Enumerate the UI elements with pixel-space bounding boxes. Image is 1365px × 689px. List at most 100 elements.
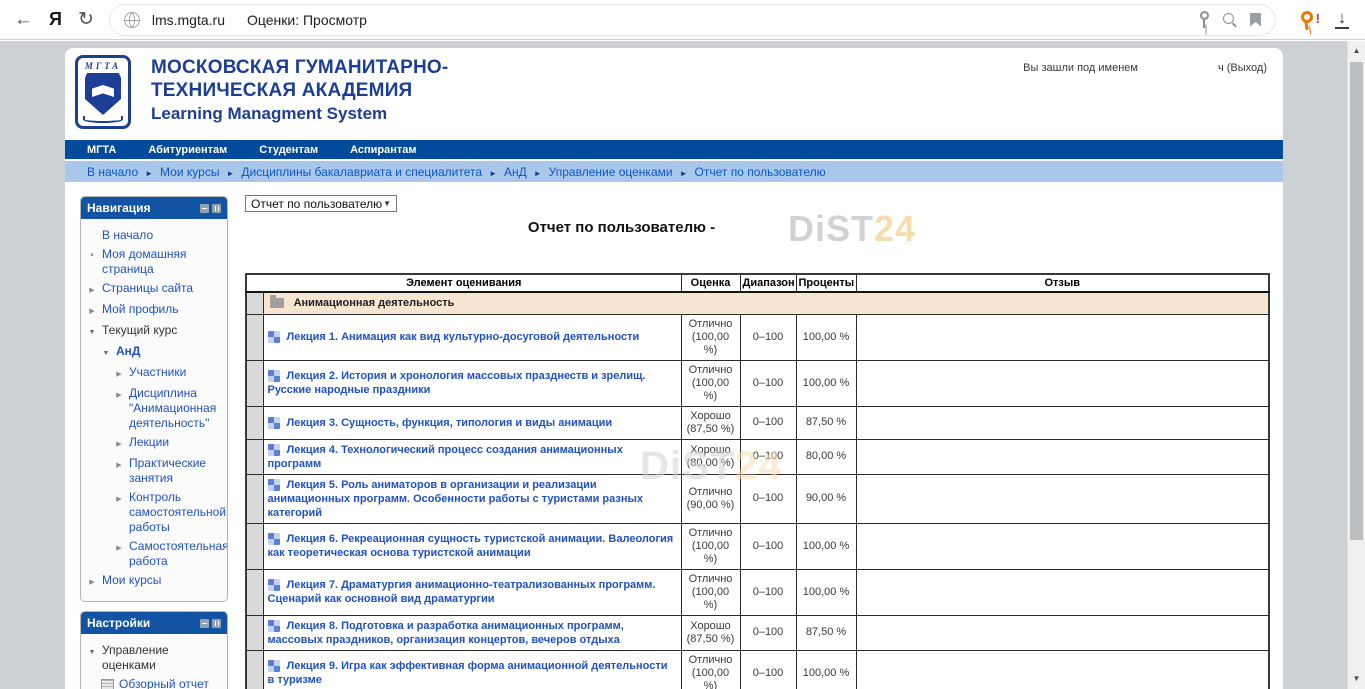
settings-item[interactable]: Управление оценками bbox=[87, 641, 223, 675]
tree-toggle-icon[interactable] bbox=[114, 435, 124, 452]
tree-toggle-icon[interactable] bbox=[114, 456, 124, 473]
grade-item-link[interactable]: Лекция 9. Игра как эффективная форма ани… bbox=[268, 660, 668, 686]
dock-block-icon[interactable] bbox=[212, 619, 221, 628]
nav-item[interactable]: Мой профиль bbox=[87, 300, 223, 321]
nav-item-label[interactable]: Контроль самостоятельной работы bbox=[129, 490, 226, 535]
breadcrumb-link[interactable]: Мои курсы bbox=[160, 165, 219, 179]
nav-item-label[interactable]: В начало bbox=[102, 228, 153, 243]
grade-row: Лекция 8. Подготовка и разработка анимац… bbox=[246, 615, 1269, 650]
zoom-search-icon[interactable] bbox=[1222, 12, 1238, 28]
academy-logo: МГТА bbox=[75, 55, 131, 129]
settings-item[interactable]: Обзорный отчет bbox=[101, 675, 223, 689]
grade-item-link[interactable]: Лекция 4. Технологический процесс создан… bbox=[268, 444, 623, 470]
menu-item[interactable]: МГТА bbox=[87, 144, 116, 156]
element-cell: Лекция 5. Роль аниматоров в организации … bbox=[263, 474, 681, 523]
refresh-icon[interactable]: ↻ bbox=[78, 10, 94, 29]
nav-item-label[interactable]: Дисциплина "Анимационная деятельность" bbox=[129, 386, 223, 431]
range-cell: 0–100 bbox=[740, 650, 796, 689]
protect-key-alert-icon[interactable]: ! bbox=[1297, 9, 1317, 31]
nav-item[interactable]: Самостоятельная работа bbox=[114, 537, 223, 571]
login-info: Вы зашли под именемч (Выход) bbox=[1023, 62, 1267, 74]
indent-cell bbox=[246, 406, 263, 439]
tree-toggle-icon[interactable] bbox=[101, 344, 111, 361]
breadcrumb-link[interactable]: АнД bbox=[504, 165, 527, 179]
nav-item-label[interactable]: Мой профиль bbox=[102, 302, 179, 317]
nav-item[interactable]: Мои курсы bbox=[87, 571, 223, 592]
menu-item[interactable]: Аспирантам bbox=[350, 144, 416, 156]
back-icon[interactable]: ← bbox=[14, 10, 33, 29]
module-icon bbox=[268, 444, 280, 456]
breadcrumb-link[interactable]: Дисциплины бакалавриата и специалитета bbox=[241, 165, 482, 179]
nav-item[interactable]: Участники bbox=[114, 363, 223, 384]
tree-toggle-icon[interactable] bbox=[114, 386, 124, 403]
nav-item[interactable]: Контроль самостоятельной работы bbox=[114, 488, 223, 537]
indent-cell bbox=[246, 314, 263, 360]
breadcrumb-link[interactable]: В начало bbox=[87, 165, 138, 179]
logout-link[interactable]: ч (Выход) bbox=[1218, 62, 1267, 74]
tree-toggle-icon[interactable] bbox=[114, 539, 124, 556]
grade-item-link[interactable]: Лекция 7. Драматургия анимационно-театра… bbox=[268, 579, 656, 605]
bookmark-icon[interactable] bbox=[1250, 13, 1261, 27]
nav-item-label[interactable]: Мои курсы bbox=[102, 573, 161, 588]
nav-item-label[interactable]: Моя домашняя страница bbox=[102, 247, 223, 277]
nav-item-label[interactable]: Участники bbox=[129, 365, 186, 380]
nav-item[interactable]: Текущий курс bbox=[87, 321, 223, 342]
grade-row: Лекция 2. История и хронология массовых … bbox=[246, 360, 1269, 406]
nav-item-label[interactable]: Самостоятельная работа bbox=[129, 539, 228, 569]
element-cell: Лекция 9. Игра как эффективная форма ани… bbox=[263, 650, 681, 689]
col-header-feedback: Отзыв bbox=[856, 274, 1269, 292]
indent-cell bbox=[246, 650, 263, 689]
settings-item-label[interactable]: Обзорный отчет bbox=[119, 677, 209, 689]
hide-block-icon[interactable] bbox=[200, 204, 209, 213]
tree-toggle-icon[interactable] bbox=[114, 490, 124, 507]
report-type-select[interactable]: Отчет по пользователю ▼ bbox=[245, 195, 397, 212]
scrollbar-thumb[interactable] bbox=[1350, 62, 1363, 540]
settings-item-label[interactable]: Управление оценками bbox=[102, 643, 223, 673]
menu-item[interactable]: Абитуриентам bbox=[148, 144, 227, 156]
dock-block-icon[interactable] bbox=[212, 204, 221, 213]
nav-item[interactable]: Моя домашняя страница bbox=[87, 245, 223, 279]
tree-toggle-icon[interactable] bbox=[101, 679, 114, 689]
tree-toggle-icon[interactable] bbox=[87, 281, 97, 298]
tree-toggle-icon[interactable] bbox=[87, 247, 97, 263]
nav-item-label[interactable]: Страницы сайта bbox=[102, 281, 193, 296]
nav-item[interactable]: Практические занятия bbox=[114, 454, 223, 488]
feedback-cell bbox=[856, 474, 1269, 523]
nav-item[interactable]: Лекции bbox=[114, 433, 223, 454]
nav-item[interactable]: Страницы сайта bbox=[87, 279, 223, 300]
address-bar[interactable]: lms.mgta.ru Оценки: Просмотр bbox=[110, 5, 1275, 35]
nav-item[interactable]: Дисциплина "Анимационная деятельность" bbox=[114, 384, 223, 433]
nav-item-label[interactable]: Текущий курс bbox=[102, 323, 177, 338]
nav-item-label[interactable]: АнД bbox=[116, 344, 140, 359]
scroll-down-icon[interactable]: ▼ bbox=[1348, 671, 1365, 687]
grade-item-link[interactable]: Лекция 2. История и хронология массовых … bbox=[268, 370, 646, 396]
tree-toggle-icon[interactable] bbox=[114, 365, 124, 382]
element-cell: Лекция 6. Рекреационная сущность туристс… bbox=[263, 523, 681, 569]
url-text[interactable]: lms.mgta.ru bbox=[152, 12, 225, 28]
vertical-scrollbar[interactable]: ▲ ▼ bbox=[1347, 41, 1365, 689]
scroll-up-icon[interactable]: ▲ bbox=[1348, 43, 1365, 59]
password-key-icon[interactable] bbox=[1198, 11, 1210, 29]
tree-toggle-icon[interactable] bbox=[87, 323, 97, 340]
nav-item[interactable]: В начало bbox=[87, 226, 223, 245]
grade-item-link[interactable]: Лекция 6. Рекреационная сущность туристс… bbox=[268, 533, 674, 559]
nav-item-label[interactable]: Лекции bbox=[129, 435, 169, 450]
grade-item-link[interactable]: Лекция 1. Анимация как вид культурно-дос… bbox=[287, 331, 640, 343]
nav-item-label[interactable]: Практические занятия bbox=[129, 456, 223, 486]
grade-item-link[interactable]: Лекция 5. Роль аниматоров в организации … bbox=[268, 479, 644, 519]
yandex-logo-icon[interactable]: Я bbox=[49, 10, 62, 29]
menu-item[interactable]: Студентам bbox=[259, 144, 318, 156]
tree-toggle-icon[interactable] bbox=[87, 302, 97, 319]
download-icon[interactable]: ↓ bbox=[1333, 11, 1351, 29]
nav-item[interactable]: АнД bbox=[101, 342, 223, 363]
grade-item-link[interactable]: Лекция 8. Подготовка и разработка анимац… bbox=[268, 620, 624, 646]
breadcrumb-item: Мои курсы► bbox=[160, 165, 241, 179]
grade-cell: Отлично(100,00 %) bbox=[681, 569, 740, 615]
grade-item-link[interactable]: Лекция 3. Сущность, функция, типология и… bbox=[287, 417, 613, 429]
feedback-cell bbox=[856, 406, 1269, 439]
breadcrumb-link[interactable]: Отчет по пользователю bbox=[695, 165, 826, 179]
tree-toggle-icon[interactable] bbox=[87, 573, 97, 590]
hide-block-icon[interactable] bbox=[200, 619, 209, 628]
tree-toggle-icon[interactable] bbox=[87, 643, 97, 660]
breadcrumb-link[interactable]: Управление оценками bbox=[549, 165, 673, 179]
